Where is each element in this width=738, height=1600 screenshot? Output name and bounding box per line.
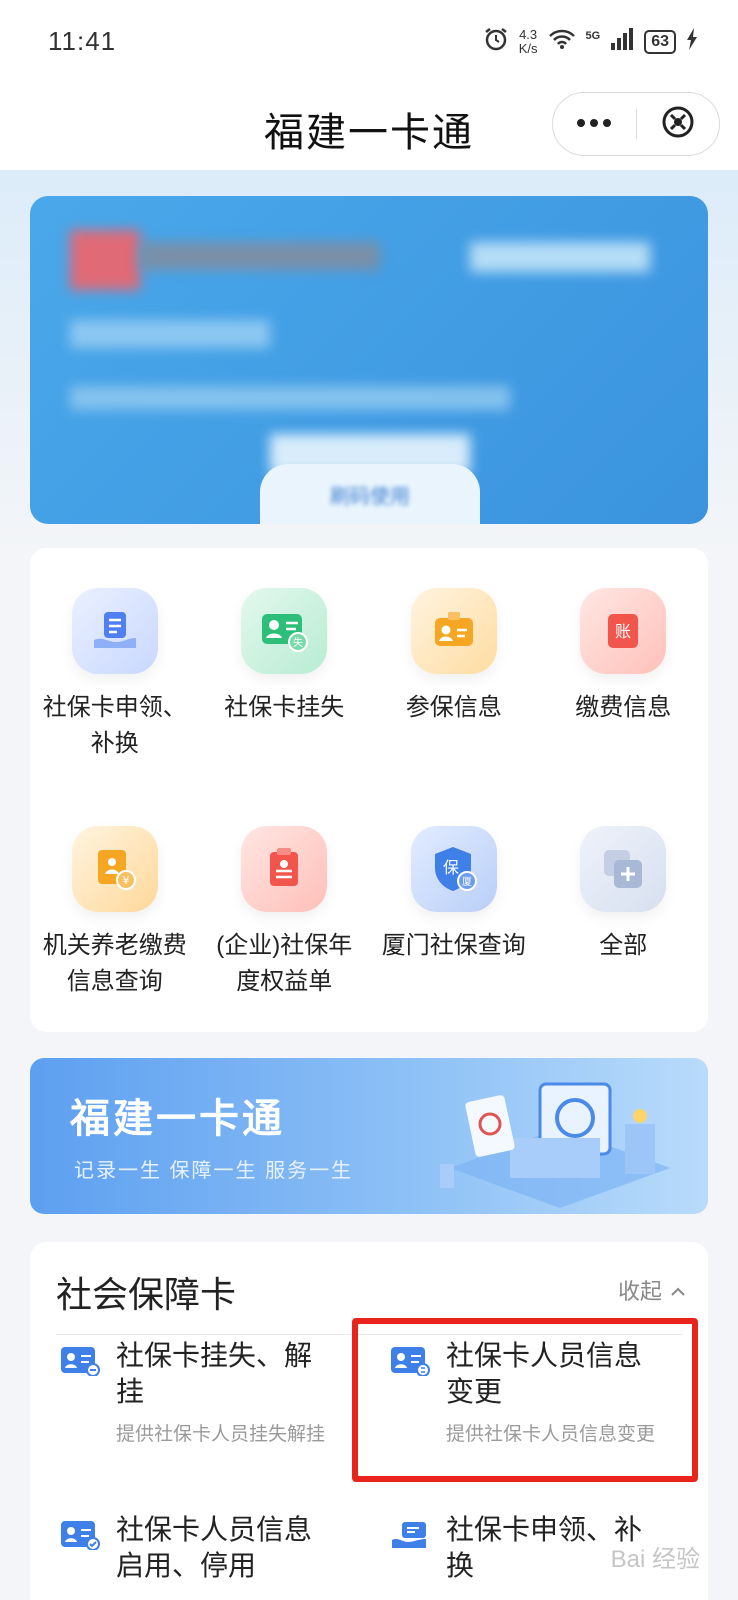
card-apply-icon [71, 588, 158, 674]
banner-illustration [440, 1082, 670, 1208]
card-detail-obscured [70, 386, 510, 410]
status-icons: 4.3 K/s 5G 63 [483, 26, 698, 57]
service-grid-panel: 社保卡申领、补换 失 社保卡挂失 参保信息 账 缴费信息 ¥ 机关养老缴费信息查… [30, 548, 708, 1032]
scan-code-tab[interactable]: 刷码使用 [260, 464, 480, 524]
more-button[interactable] [553, 92, 636, 156]
service-label: 参保信息 [405, 694, 502, 721]
status-time: 11:41 [48, 26, 117, 56]
alarm-icon [483, 26, 509, 57]
title-bar: 福建一卡通 [0, 84, 738, 170]
watermark: Bai 经验 [610, 1546, 700, 1573]
pension-payment-icon: ¥ [71, 826, 158, 912]
xiamen-query-icon: 保厦 [410, 826, 497, 912]
close-circle-icon [660, 104, 696, 145]
status-bar: 11:41 4.3 K/s 5G 63 [0, 0, 738, 84]
service-pension-payment[interactable]: ¥ 机关养老缴费信息查询 [30, 826, 200, 1000]
section-item-desc: 提供社保卡人员挂失解挂 [116, 1424, 326, 1445]
svg-text:失: 失 [293, 636, 303, 649]
service-all[interactable]: 全部 [539, 826, 709, 1000]
service-payment-info[interactable]: 账 缴费信息 [539, 588, 709, 762]
card-status-obscured [470, 242, 650, 272]
collapse-label: 收起 [617, 1279, 662, 1304]
section-item-title: 社保卡人员信息启用、停用 [116, 1514, 313, 1581]
service-xiamen-query[interactable]: 保厦 厦门社保查询 [369, 826, 539, 1000]
service-label: 社保卡挂失 [224, 694, 345, 721]
highlight-annotation [352, 1318, 698, 1482]
service-label: 厦门社保查询 [381, 932, 526, 959]
service-label: (企业)社保年度权益单 [216, 932, 353, 995]
svg-text:账: 账 [615, 622, 631, 641]
service-card-loss[interactable]: 失 社保卡挂失 [200, 588, 370, 762]
more-dots-icon [576, 115, 612, 133]
close-button[interactable] [637, 92, 720, 156]
banner-subtitle: 记录一生 保障一生 服务一生 [74, 1160, 354, 1182]
wifi-icon [548, 28, 576, 55]
charging-icon [686, 28, 698, 55]
svg-text:厦: 厦 [462, 876, 472, 888]
card-number-obscured [70, 320, 270, 348]
service-annual-statement[interactable]: (企业)社保年度权益单 [200, 826, 370, 1000]
section-title: 社会保障卡 [56, 1274, 237, 1315]
card-enable-icon [60, 1520, 100, 1551]
network-type: 5G [585, 29, 601, 42]
card-apply-hand-icon [390, 1520, 430, 1550]
service-insured-info[interactable]: 参保信息 [369, 588, 539, 762]
section-item-card-unlock[interactable]: 社保卡挂失、解挂 提供社保卡人员挂失解挂 [60, 1338, 340, 1478]
service-label: 机关养老缴费信息查询 [42, 932, 187, 995]
service-label: 缴费信息 [575, 694, 672, 721]
speed-value: 4.3 [519, 26, 538, 42]
banner-title: 福建一卡通 [70, 1097, 285, 1141]
card-loss-icon: 失 [241, 588, 328, 674]
card-name-obscured [140, 242, 380, 270]
all-services-icon [580, 826, 667, 912]
svg-text:¥: ¥ [122, 874, 129, 887]
collapse-button[interactable]: 收起 [618, 1274, 686, 1306]
section-item-card-enable[interactable]: 社保卡人员信息启用、停用 [60, 1512, 340, 1600]
battery-level: 63 [644, 29, 676, 54]
scan-code-label: 刷码使用 [330, 485, 410, 508]
service-label: 社保卡申领、补换 [42, 694, 187, 757]
social-security-card[interactable]: 刷码使用 [30, 196, 708, 524]
service-label: 全部 [599, 932, 648, 959]
card-photo-obscured [70, 230, 140, 290]
card-unlock-icon [60, 1346, 100, 1377]
payment-info-icon: 账 [580, 588, 667, 674]
promo-banner[interactable]: 福建一卡通 记录一生 保障一生 服务一生 [30, 1058, 708, 1214]
service-card-apply[interactable]: 社保卡申领、补换 [30, 588, 200, 762]
mini-program-capsule [552, 92, 720, 156]
svg-text:保: 保 [443, 858, 459, 877]
section-item-title: 社保卡挂失、解挂 [116, 1340, 313, 1407]
network-speed: 4.3 K/s [518, 26, 538, 56]
signal-icon [610, 28, 634, 55]
chevron-up-icon [670, 1277, 686, 1303]
service-grid: 社保卡申领、补换 失 社保卡挂失 参保信息 账 缴费信息 ¥ 机关养老缴费信息查… [30, 588, 708, 1000]
annual-statement-icon [241, 826, 328, 912]
insured-info-icon [410, 588, 497, 674]
speed-unit: K/s [518, 40, 538, 56]
